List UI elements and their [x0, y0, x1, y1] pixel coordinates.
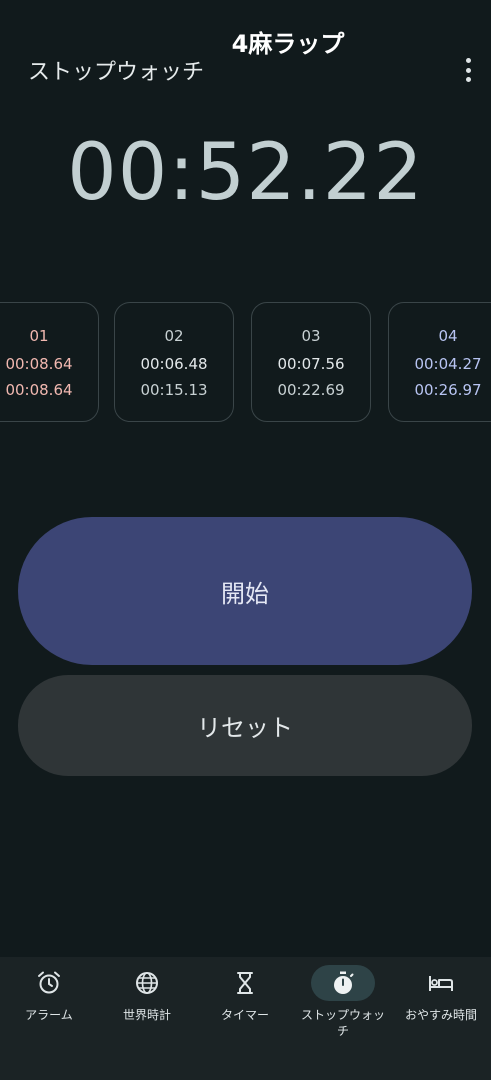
start-button-label: 開始 — [221, 579, 269, 608]
lap-split-time: 00:04.27 — [414, 355, 482, 373]
lap-split-time: 00:07.56 — [277, 355, 345, 373]
menu-dot — [465, 67, 471, 73]
lap-number: 04 — [438, 327, 458, 345]
reset-button-label: リセット — [197, 714, 293, 742]
nav-item-stopwatch[interactable]: ストップウォッチ — [294, 957, 392, 1080]
stopwatch-icon — [334, 971, 354, 994]
nav-icon-container — [17, 965, 81, 1001]
nav-label: アラーム — [25, 1008, 73, 1022]
lap-number: 02 — [164, 327, 184, 345]
globe-icon — [136, 972, 158, 994]
lap-number: 01 — [29, 327, 49, 345]
nav-item-bedtime[interactable]: おやすみ時間 — [392, 957, 490, 1080]
lap-total-time: 00:15.13 — [140, 381, 208, 399]
lap-total-time: 00:26.97 — [414, 381, 482, 399]
lap-list[interactable]: 01 00:08.64 00:08.64 02 00:06.48 00:15.1… — [0, 302, 491, 424]
nav-item-timer[interactable]: タイマー — [196, 957, 294, 1080]
menu-dot — [465, 77, 471, 82]
more-vert-icon[interactable] — [463, 58, 473, 82]
nav-item-alarm[interactable]: アラーム — [0, 957, 98, 1080]
reset-button[interactable]: リセット — [18, 675, 472, 776]
lap-card: 04 00:04.27 00:26.97 — [388, 302, 491, 422]
nav-label: 世界時計 — [122, 1008, 171, 1022]
nav-icon-container — [311, 965, 375, 1001]
nav-label: おやすみ時間 — [404, 1008, 477, 1022]
lap-split-time: 00:06.48 — [140, 355, 208, 373]
nav-icon-container — [213, 965, 277, 1001]
lap-total-time: 00:08.64 — [5, 381, 73, 399]
nav-item-world-clock[interactable]: 世界時計 — [98, 957, 196, 1080]
lap-total-time: 00:22.69 — [277, 381, 345, 399]
page-title: ストップウォッチ — [28, 60, 205, 85]
start-button[interactable]: 開始 — [18, 517, 472, 665]
stopwatch-screen: 4麻ラップ ストップウォッチ 00:52.22 01 00:08.64 00:0… — [0, 0, 491, 1080]
elapsed-time: 00:52.22 — [67, 128, 424, 218]
lap-number: 03 — [301, 327, 321, 345]
nav-label: ストップウォッチ — [300, 1008, 385, 1038]
lap-split-time: 00:08.64 — [5, 355, 73, 373]
nav-icon-container — [115, 965, 179, 1001]
bed-icon — [429, 976, 453, 991]
lap-card: 01 00:08.64 00:08.64 — [0, 302, 99, 422]
nav-icon-container — [409, 965, 473, 1001]
bottom-navigation: アラーム 世界時計 タイマー ストップウォッチ おやすみ時間 — [0, 957, 491, 1080]
lap-card: 03 00:07.56 00:22.69 — [251, 302, 371, 422]
lap-card: 02 00:06.48 00:15.13 — [114, 302, 234, 422]
menu-dot — [465, 58, 471, 63]
hourglass-icon — [237, 972, 253, 994]
nav-label: タイマー — [220, 1008, 269, 1022]
alarm-icon — [38, 971, 60, 994]
